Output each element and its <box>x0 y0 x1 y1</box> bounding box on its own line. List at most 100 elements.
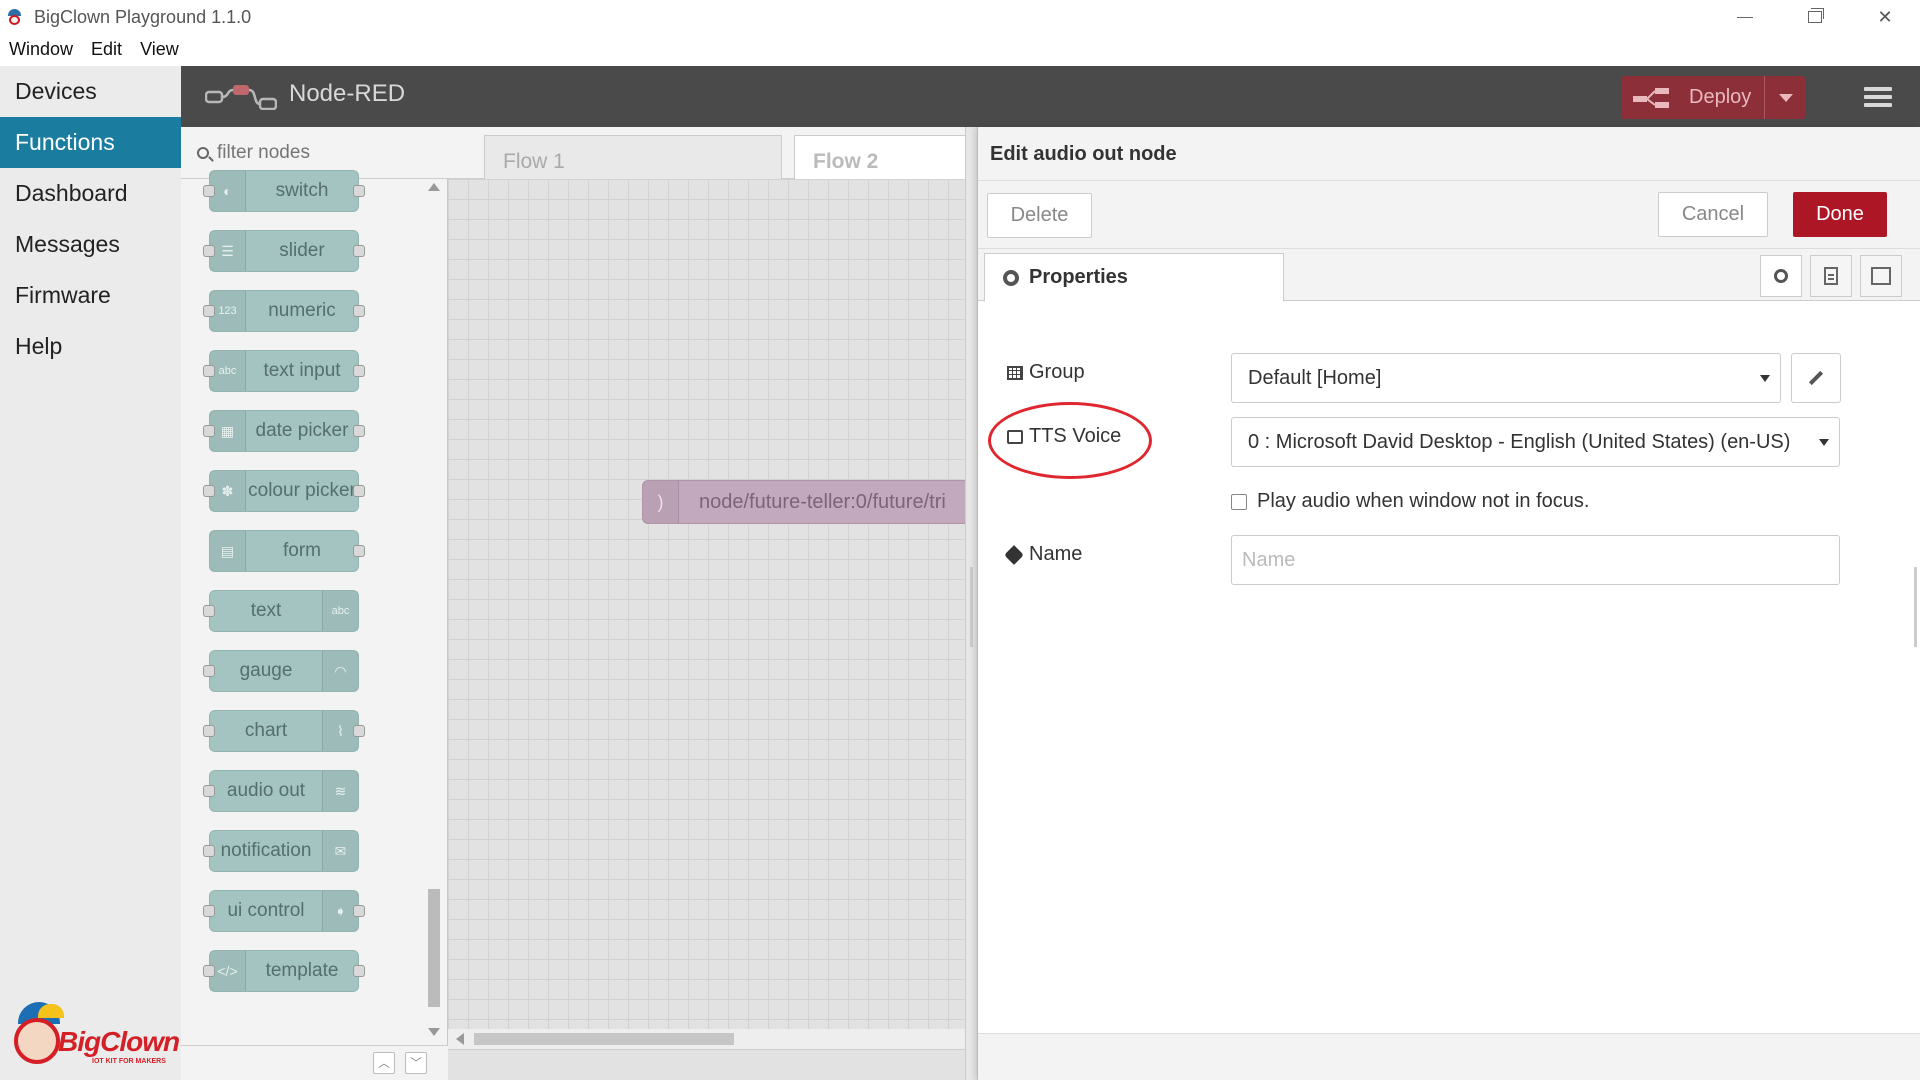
palette-node-ui-control[interactable]: ui control ➧ <box>203 890 365 932</box>
node-palette: ◐ switch ☰ slider 123 numeric abc text i… <box>181 127 448 1080</box>
palette-node-audio-out[interactable]: audio out ≋ <box>203 770 359 812</box>
envelope-icon: ✉ <box>322 831 358 871</box>
chevron-down-icon <box>1819 439 1829 446</box>
group-select[interactable]: Default [Home] <box>1231 353 1781 403</box>
scroll-up-icon[interactable] <box>428 183 440 191</box>
minimize-icon <box>1737 16 1753 18</box>
pencil-icon <box>1808 370 1824 386</box>
name-input[interactable] <box>1231 535 1840 585</box>
sidebar-item-help[interactable]: Help <box>0 321 181 372</box>
tray-resize-handle[interactable] <box>1914 567 1917 647</box>
search-icon <box>197 146 209 159</box>
expand-all-button[interactable]: ﹀ <box>405 1052 427 1074</box>
chevron-down-icon <box>1760 375 1770 382</box>
done-button[interactable]: Done <box>1793 192 1887 237</box>
app-sidebar: Devices Functions Dashboard Messages Fir… <box>0 66 181 1080</box>
nodered-header: Node-RED Deploy <box>181 66 1920 127</box>
delete-button[interactable]: Delete <box>987 193 1092 238</box>
toggle-icon: ◐ <box>210 171 246 211</box>
restore-button[interactable] <box>1780 0 1850 34</box>
window-title: BigClown Playground 1.1.0 <box>34 6 252 27</box>
main-menu-icon[interactable] <box>1864 87 1892 107</box>
close-window-button[interactable]: ✕ <box>1850 0 1920 34</box>
deploy-dropdown-icon[interactable] <box>1779 94 1793 102</box>
abc-icon: abc <box>322 591 358 631</box>
brand-tagline: IOT KIT FOR MAKERS <box>92 1058 166 1065</box>
sidebar-item-firmware[interactable]: Firmware <box>0 270 181 321</box>
palette-node-form[interactable]: ▤ form <box>209 530 365 572</box>
menu-window[interactable]: Window <box>0 39 82 60</box>
title-bar: BigClown Playground 1.1.0 ✕ <box>0 0 1920 34</box>
code-icon: </> <box>210 951 246 991</box>
app-logo-icon <box>6 8 24 26</box>
palette-node-colour-picker[interactable]: ✽ colour picker <box>203 470 365 512</box>
workspace-footer <box>448 1049 965 1080</box>
tray-toolbar: Delete Cancel Done <box>978 181 1920 249</box>
collapse-all-button[interactable]: ︿ <box>373 1052 395 1074</box>
scroll-left-icon[interactable] <box>456 1033 464 1045</box>
tab-properties[interactable]: Properties <box>984 253 1284 302</box>
canvas-scroll-thumb[interactable] <box>474 1033 734 1045</box>
sidebar-item-functions[interactable]: Functions <box>0 117 181 168</box>
brand-name: BigClown <box>58 1026 180 1057</box>
tab-flow-2[interactable]: Flow 2 <box>794 135 974 180</box>
palette-node-slider[interactable]: ☰ slider <box>203 230 365 272</box>
palette-node-template[interactable]: </> template <box>203 950 365 992</box>
palette-node-text-input[interactable]: abc text input <box>203 350 365 392</box>
palette-node-chart[interactable]: chart ⌇ <box>203 710 365 752</box>
tab-node-appearance[interactable] <box>1860 255 1902 297</box>
gear-icon <box>1774 269 1788 283</box>
audio-icon: ≋ <box>322 771 358 811</box>
sidebar-item-messages[interactable]: Messages <box>0 219 181 270</box>
palette-node-gauge[interactable]: gauge ◠ <box>203 650 359 692</box>
tag-icon <box>1004 544 1024 565</box>
menu-edit[interactable]: Edit <box>82 39 131 60</box>
editor-tabs: Properties <box>978 249 1920 302</box>
123-icon: 123 <box>210 291 246 331</box>
tab-node-properties[interactable] <box>1760 255 1802 297</box>
filter-nodes-input[interactable] <box>217 141 417 164</box>
restore-icon <box>1808 8 1824 23</box>
annotation-highlight-circle <box>988 402 1152 479</box>
gear-icon <box>1003 269 1019 286</box>
cancel-button[interactable]: Cancel <box>1658 192 1768 237</box>
tray-footer <box>978 1033 1920 1080</box>
palette-icon: ✽ <box>210 471 246 511</box>
form-icon: ▤ <box>210 531 246 571</box>
frame-icon <box>1871 267 1891 285</box>
flow-canvas[interactable]: ) node/future-teller:0/future/tri <box>448 179 982 1029</box>
properties-tab-label: Properties <box>1029 266 1128 288</box>
play-in-background-row: Play audio when window not in focus. <box>1231 490 1589 513</box>
table-icon <box>1007 365 1023 380</box>
edit-node-tray: Edit audio out node Delete Cancel Done P… <box>977 127 1920 1080</box>
palette-scroll-thumb[interactable] <box>428 889 440 1007</box>
sidebar-item-dashboard[interactable]: Dashboard <box>0 168 181 219</box>
menu-view[interactable]: View <box>131 39 188 60</box>
deploy-button[interactable]: Deploy <box>1621 76 1805 119</box>
scroll-down-icon[interactable] <box>428 1028 440 1036</box>
palette-node-text[interactable]: text abc <box>203 590 359 632</box>
minimize-button[interactable] <box>1710 0 1780 34</box>
tab-node-description[interactable] <box>1810 255 1852 297</box>
tts-voice-select[interactable]: 0 : Microsoft David Desktop - English (U… <box>1231 417 1840 467</box>
panel-divider[interactable] <box>965 127 977 1080</box>
edit-group-button[interactable] <box>1791 353 1841 403</box>
play-audio-checkbox[interactable] <box>1231 493 1247 510</box>
palette-node-notification[interactable]: notification ✉ <box>203 830 359 872</box>
window-controls: ✕ <box>1710 0 1920 34</box>
palette-node-switch[interactable]: ◐ switch <box>203 170 365 212</box>
sidebar-item-devices[interactable]: Devices <box>0 66 181 117</box>
deploy-icon <box>1633 87 1669 108</box>
audio-icon: ) <box>643 481 679 523</box>
name-label: Name <box>1004 543 1082 566</box>
palette-node-date-picker[interactable]: ▦ date picker <box>203 410 365 452</box>
document-icon <box>1824 267 1838 285</box>
sliders-icon: ☰ <box>210 231 246 271</box>
gauge-icon: ◠ <box>322 651 358 691</box>
palette-node-numeric[interactable]: 123 numeric <box>203 290 365 332</box>
canvas-horizontal-scrollbar[interactable] <box>448 1029 965 1049</box>
play-audio-checkbox-label: Play audio when window not in focus. <box>1257 490 1590 512</box>
palette-scrollbar[interactable] <box>424 179 444 1036</box>
flow-node-audio-out[interactable]: ) node/future-teller:0/future/tri <box>642 480 982 524</box>
tab-flow-1[interactable]: Flow 1 <box>484 135 782 180</box>
